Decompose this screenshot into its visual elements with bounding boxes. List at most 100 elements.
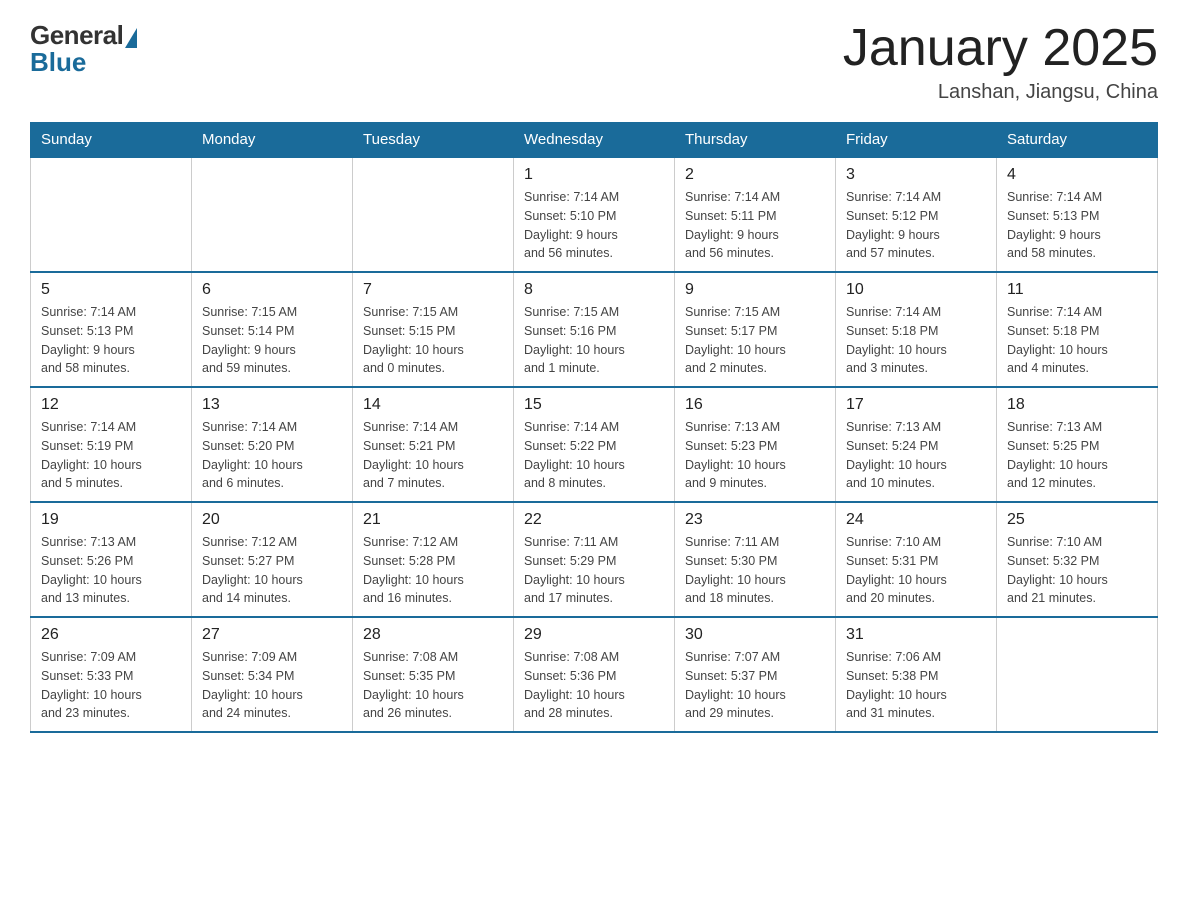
calendar-week-row: 5 Sunrise: 7:14 AM Sunset: 5:13 PM Daylig… (31, 272, 1158, 387)
calendar-cell: 4Sunrise: 7:14 AM Sunset: 5:13 PM Daylig… (997, 157, 1158, 272)
calendar-cell: 10Sunrise: 7:14 AM Sunset: 5:18 PM Dayli… (836, 272, 997, 387)
calendar-week-row: 26 Sunrise: 7:09 AM Sunset: 5:33 PM Dayli… (31, 617, 1158, 732)
month-title: January 2025 (843, 20, 1158, 77)
day-info: Sunrise: 7:09 AM Sunset: 5:33 PM Dayligh… (41, 648, 181, 723)
day-number: 16 (685, 396, 825, 414)
calendar-cell: 28 Sunrise: 7:08 AM Sunset: 5:35 PM Dayli… (353, 617, 514, 732)
day-number: 7 (363, 281, 503, 299)
day-number: 21 (363, 511, 503, 529)
calendar-cell: 8 Sunrise: 7:15 AM Sunset: 5:16 PM Daylig… (514, 272, 675, 387)
day-info: Sunrise: 7:14 AM Sunset: 5:18 PM Dayligh… (1007, 303, 1147, 378)
day-info: Sunrise: 7:14 AM Sunset: 5:13 PM Dayligh… (41, 303, 181, 378)
calendar-week-row: 19 Sunrise: 7:13 AM Sunset: 5:26 PM Dayli… (31, 502, 1158, 617)
day-number: 12 (41, 396, 181, 414)
calendar-cell: 1 Sunrise: 7:14 AM Sunset: 5:10 PM Daylig… (514, 157, 675, 272)
day-number: 24 (846, 511, 986, 529)
calendar-cell: 3Sunrise: 7:14 AM Sunset: 5:12 PM Daylig… (836, 157, 997, 272)
calendar-week-row: 12Sunrise: 7:14 AM Sunset: 5:19 PM Dayli… (31, 387, 1158, 502)
day-number: 5 (41, 281, 181, 299)
day-number: 13 (202, 396, 342, 414)
day-number: 2 (685, 166, 825, 184)
calendar-cell: 15Sunrise: 7:14 AM Sunset: 5:22 PM Dayli… (514, 387, 675, 502)
logo-blue-text: Blue (30, 47, 86, 78)
location-text: Lanshan, Jiangsu, China (843, 81, 1158, 104)
calendar-cell: 17 Sunrise: 7:13 AM Sunset: 5:24 PM Dayli… (836, 387, 997, 502)
day-number: 19 (41, 511, 181, 529)
day-number: 31 (846, 626, 986, 644)
calendar-cell: 21 Sunrise: 7:12 AM Sunset: 5:28 PM Dayli… (353, 502, 514, 617)
day-info: Sunrise: 7:10 AM Sunset: 5:32 PM Dayligh… (1007, 533, 1147, 608)
day-number: 23 (685, 511, 825, 529)
calendar-cell: 20 Sunrise: 7:12 AM Sunset: 5:27 PM Dayli… (192, 502, 353, 617)
day-info: Sunrise: 7:14 AM Sunset: 5:11 PM Dayligh… (685, 188, 825, 263)
day-info: Sunrise: 7:13 AM Sunset: 5:24 PM Dayligh… (846, 418, 986, 493)
calendar-cell: 11 Sunrise: 7:14 AM Sunset: 5:18 PM Dayli… (997, 272, 1158, 387)
day-number: 26 (41, 626, 181, 644)
day-number: 20 (202, 511, 342, 529)
calendar-cell: 22Sunrise: 7:11 AM Sunset: 5:29 PM Dayli… (514, 502, 675, 617)
day-number: 3 (846, 166, 986, 184)
title-section: January 2025 Lanshan, Jiangsu, China (843, 20, 1158, 104)
day-info: Sunrise: 7:13 AM Sunset: 5:26 PM Dayligh… (41, 533, 181, 608)
calendar-cell: 30Sunrise: 7:07 AM Sunset: 5:37 PM Dayli… (675, 617, 836, 732)
calendar-cell: 26 Sunrise: 7:09 AM Sunset: 5:33 PM Dayli… (31, 617, 192, 732)
calendar-cell (192, 157, 353, 272)
day-number: 14 (363, 396, 503, 414)
day-number: 30 (685, 626, 825, 644)
calendar-cell: 18Sunrise: 7:13 AM Sunset: 5:25 PM Dayli… (997, 387, 1158, 502)
day-number: 8 (524, 281, 664, 299)
calendar-cell: 7 Sunrise: 7:15 AM Sunset: 5:15 PM Daylig… (353, 272, 514, 387)
day-info: Sunrise: 7:15 AM Sunset: 5:17 PM Dayligh… (685, 303, 825, 378)
day-info: Sunrise: 7:15 AM Sunset: 5:16 PM Dayligh… (524, 303, 664, 378)
day-info: Sunrise: 7:12 AM Sunset: 5:28 PM Dayligh… (363, 533, 503, 608)
day-info: Sunrise: 7:15 AM Sunset: 5:15 PM Dayligh… (363, 303, 503, 378)
day-number: 6 (202, 281, 342, 299)
day-info: Sunrise: 7:15 AM Sunset: 5:14 PM Dayligh… (202, 303, 342, 378)
calendar-week-row: 1 Sunrise: 7:14 AM Sunset: 5:10 PM Daylig… (31, 157, 1158, 272)
day-number: 1 (524, 166, 664, 184)
calendar-cell (353, 157, 514, 272)
day-info: Sunrise: 7:14 AM Sunset: 5:21 PM Dayligh… (363, 418, 503, 493)
calendar-cell: 25Sunrise: 7:10 AM Sunset: 5:32 PM Dayli… (997, 502, 1158, 617)
calendar-table: SundayMondayTuesdayWednesdayThursdayFrid… (30, 122, 1158, 733)
day-number: 4 (1007, 166, 1147, 184)
day-number: 29 (524, 626, 664, 644)
day-number: 27 (202, 626, 342, 644)
day-number: 15 (524, 396, 664, 414)
weekday-header-sunday: Sunday (31, 123, 192, 158)
calendar-cell: 6 Sunrise: 7:15 AM Sunset: 5:14 PM Daylig… (192, 272, 353, 387)
day-info: Sunrise: 7:13 AM Sunset: 5:23 PM Dayligh… (685, 418, 825, 493)
calendar-cell: 14 Sunrise: 7:14 AM Sunset: 5:21 PM Dayli… (353, 387, 514, 502)
calendar-cell: 31 Sunrise: 7:06 AM Sunset: 5:38 PM Dayli… (836, 617, 997, 732)
day-info: Sunrise: 7:10 AM Sunset: 5:31 PM Dayligh… (846, 533, 986, 608)
weekday-header-tuesday: Tuesday (353, 123, 514, 158)
calendar-cell: 24 Sunrise: 7:10 AM Sunset: 5:31 PM Dayli… (836, 502, 997, 617)
day-info: Sunrise: 7:06 AM Sunset: 5:38 PM Dayligh… (846, 648, 986, 723)
calendar-cell (31, 157, 192, 272)
day-info: Sunrise: 7:12 AM Sunset: 5:27 PM Dayligh… (202, 533, 342, 608)
calendar-cell: 16 Sunrise: 7:13 AM Sunset: 5:23 PM Dayli… (675, 387, 836, 502)
calendar-header-row: SundayMondayTuesdayWednesdayThursdayFrid… (31, 123, 1158, 158)
day-info: Sunrise: 7:11 AM Sunset: 5:30 PM Dayligh… (685, 533, 825, 608)
day-info: Sunrise: 7:14 AM Sunset: 5:20 PM Dayligh… (202, 418, 342, 493)
calendar-cell: 5 Sunrise: 7:14 AM Sunset: 5:13 PM Daylig… (31, 272, 192, 387)
calendar-cell (997, 617, 1158, 732)
calendar-cell: 2 Sunrise: 7:14 AM Sunset: 5:11 PM Daylig… (675, 157, 836, 272)
day-number: 28 (363, 626, 503, 644)
day-info: Sunrise: 7:08 AM Sunset: 5:36 PM Dayligh… (524, 648, 664, 723)
calendar-cell: 9Sunrise: 7:15 AM Sunset: 5:17 PM Daylig… (675, 272, 836, 387)
logo: General Blue (30, 20, 137, 78)
weekday-header-wednesday: Wednesday (514, 123, 675, 158)
day-number: 17 (846, 396, 986, 414)
weekday-header-monday: Monday (192, 123, 353, 158)
weekday-header-saturday: Saturday (997, 123, 1158, 158)
calendar-cell: 29 Sunrise: 7:08 AM Sunset: 5:36 PM Dayli… (514, 617, 675, 732)
logo-triangle-icon (125, 28, 137, 48)
day-info: Sunrise: 7:14 AM Sunset: 5:10 PM Dayligh… (524, 188, 664, 263)
day-info: Sunrise: 7:14 AM Sunset: 5:18 PM Dayligh… (846, 303, 986, 378)
weekday-header-friday: Friday (836, 123, 997, 158)
day-number: 11 (1007, 281, 1147, 299)
calendar-cell: 19 Sunrise: 7:13 AM Sunset: 5:26 PM Dayli… (31, 502, 192, 617)
day-number: 18 (1007, 396, 1147, 414)
day-info: Sunrise: 7:08 AM Sunset: 5:35 PM Dayligh… (363, 648, 503, 723)
